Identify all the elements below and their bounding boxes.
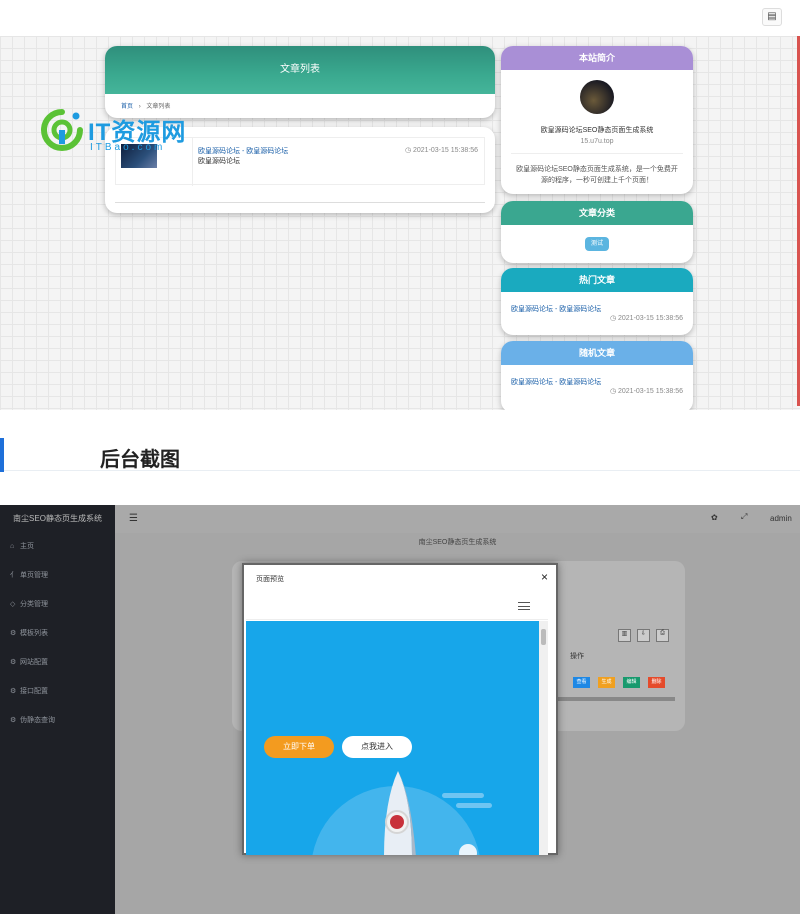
- view-button[interactable]: 查看: [573, 677, 590, 688]
- watermark-subtext: ITBao.com: [90, 142, 166, 153]
- sidebar-item-icon: ⚙: [10, 688, 17, 695]
- random-article-title[interactable]: 欧皇源码论坛 - 欧皇源码论坛: [511, 377, 601, 387]
- frontend-screenshot: ▤ 文章列表 首页 › 文章列表 欧皇源码论坛 - 欧皇源码论坛 欧皇源码论坛 …: [0, 0, 800, 410]
- site-desc-line1: 欧皇源码论坛SEO静态页面生成系统，是一个免费开: [516, 166, 678, 173]
- category-head: 文章分类: [501, 201, 693, 225]
- site-intro-card: 本站简介 欧皇源码论坛SEO静态页面生成系统 15.u7u.top 欧皇源码论坛…: [501, 46, 693, 194]
- close-icon[interactable]: ×: [541, 570, 548, 584]
- sidebar-item-0[interactable]: ⌂ 主页: [10, 541, 34, 551]
- preview-scrollbar[interactable]: [539, 621, 548, 855]
- random-articles-head: 随机文章: [501, 341, 693, 365]
- admin-page-subtitle: 南尘SEO静态页生成系统: [418, 539, 497, 546]
- preview-navbar: [246, 593, 548, 620]
- sidebar-title: 南尘SEO静态页生成系统: [13, 514, 102, 523]
- article-list-title: 文章列表: [105, 46, 495, 94]
- sidebar-item-label: 单页管理: [20, 572, 48, 579]
- sidebar-item-5[interactable]: ⚙ 接口配置: [10, 686, 48, 696]
- sidebar-item-icon: ⌂: [10, 543, 15, 550]
- section-title: 后台截图: [100, 449, 180, 471]
- preview-hero: 立即下单 点我进入: [246, 621, 548, 855]
- hamburger-icon[interactable]: [518, 602, 530, 610]
- avatar: [580, 80, 614, 114]
- sidebar-item-4[interactable]: ⚙ 网站配置: [10, 657, 48, 667]
- site-name: 欧皇源码论坛SEO静态页面生成系统: [540, 127, 654, 134]
- section-accent-bar: [0, 438, 4, 472]
- sidebar-item-3[interactable]: ⚙ 模板列表: [10, 628, 48, 638]
- sidebar-item-icon: ⚙: [10, 717, 17, 724]
- sidebar-item-label: 伪静态查询: [20, 717, 55, 724]
- sidebar-item-label: 分类管理: [20, 601, 48, 608]
- random-articles-card: 随机文章 欧皇源码论坛 - 欧皇源码论坛 ◷ 2021-03-15 15:38:…: [501, 341, 693, 410]
- rocket-illustration: [312, 771, 492, 855]
- preview-modal: 页面预览 × 立即下单 点我进入: [242, 563, 558, 855]
- sidebar-item-label: 接口配置: [20, 688, 48, 695]
- sidebar-item-1[interactable]: ⺅单页管理: [10, 570, 48, 580]
- hot-articles-head: 热门文章: [501, 268, 693, 292]
- hot-article-time: ◷ 2021-03-15 15:38:56: [609, 315, 683, 322]
- hot-article-title[interactable]: 欧皇源码论坛 - 欧皇源码论坛: [511, 304, 601, 314]
- category-card: 文章分类 测试: [501, 201, 693, 263]
- sidebar-item-icon: ⚙: [10, 630, 17, 637]
- top-navbar: ▤: [0, 0, 800, 36]
- edit-button[interactable]: 编辑: [623, 677, 640, 688]
- table-header-ops: 操作: [570, 653, 584, 660]
- generate-button[interactable]: 生成: [598, 677, 615, 688]
- sidebar-item-2[interactable]: ◇ 分类管理: [10, 599, 48, 609]
- export-icon[interactable]: ⇩: [637, 629, 650, 642]
- admin-sidebar: 南尘SEO静态页生成系统 ⌂ 主页⺅单页管理 ◇ 分类管理 ⚙ 模板列表 ⚙ 网站配置 ⚙ 接口配…: [0, 505, 115, 914]
- columns-icon[interactable]: ▥: [618, 629, 631, 642]
- article-time: ◷ 2021-03-15 15:38:56: [404, 147, 478, 154]
- sidebar-item-6[interactable]: ⚙ 伪静态查询: [10, 715, 55, 725]
- sidebar-item-icon: ⚙: [10, 659, 17, 666]
- watermark-logo: IT资源网 ITBao.com: [40, 108, 220, 158]
- menu-icon[interactable]: ▤: [762, 8, 782, 26]
- admin-header: ☰ ✿ ⤢ admin: [115, 505, 800, 533]
- sidebar-item-icon: ◇: [10, 601, 16, 608]
- sidebar-item-label: 网站配置: [20, 659, 48, 666]
- site-desc-line2: 源的程序，一秒可创建上千个页面！: [541, 177, 653, 184]
- preview-frame: 立即下单 点我进入: [246, 593, 548, 855]
- fullscreen-icon[interactable]: ⤢: [741, 512, 747, 522]
- user-name[interactable]: admin: [770, 514, 792, 523]
- admin-screenshot: 南尘SEO静态页生成系统 ⌂ 主页⺅单页管理 ◇ 分类管理 ⚙ 模板列表 ⚙ 网站配置 ⚙ 接口配…: [0, 505, 800, 914]
- print-icon[interactable]: ⎙: [656, 629, 669, 642]
- sidebar-item-label: 主页: [20, 543, 34, 550]
- delete-button[interactable]: 删除: [648, 677, 665, 688]
- sidebar-item-icon: ⺅: [10, 572, 17, 579]
- site-intro-head: 本站简介: [501, 46, 693, 70]
- sidebar-item-label: 模板列表: [20, 630, 48, 637]
- hot-articles-card: 热门文章 欧皇源码论坛 - 欧皇源码论坛 ◷ 2021-03-15 15:38:…: [501, 268, 693, 335]
- site-url[interactable]: 15.u7u.top: [501, 138, 693, 145]
- watermark-icon: [41, 109, 83, 151]
- menu-toggle-icon[interactable]: ☰: [129, 513, 138, 524]
- random-article-time: ◷ 2021-03-15 15:38:56: [609, 388, 683, 395]
- theme-icon[interactable]: ✿: [711, 513, 718, 522]
- scrollbar-thumb[interactable]: [541, 629, 546, 645]
- section-divider: [4, 470, 800, 471]
- modal-title: 页面预览: [256, 576, 284, 583]
- category-tag[interactable]: 测试: [585, 237, 609, 251]
